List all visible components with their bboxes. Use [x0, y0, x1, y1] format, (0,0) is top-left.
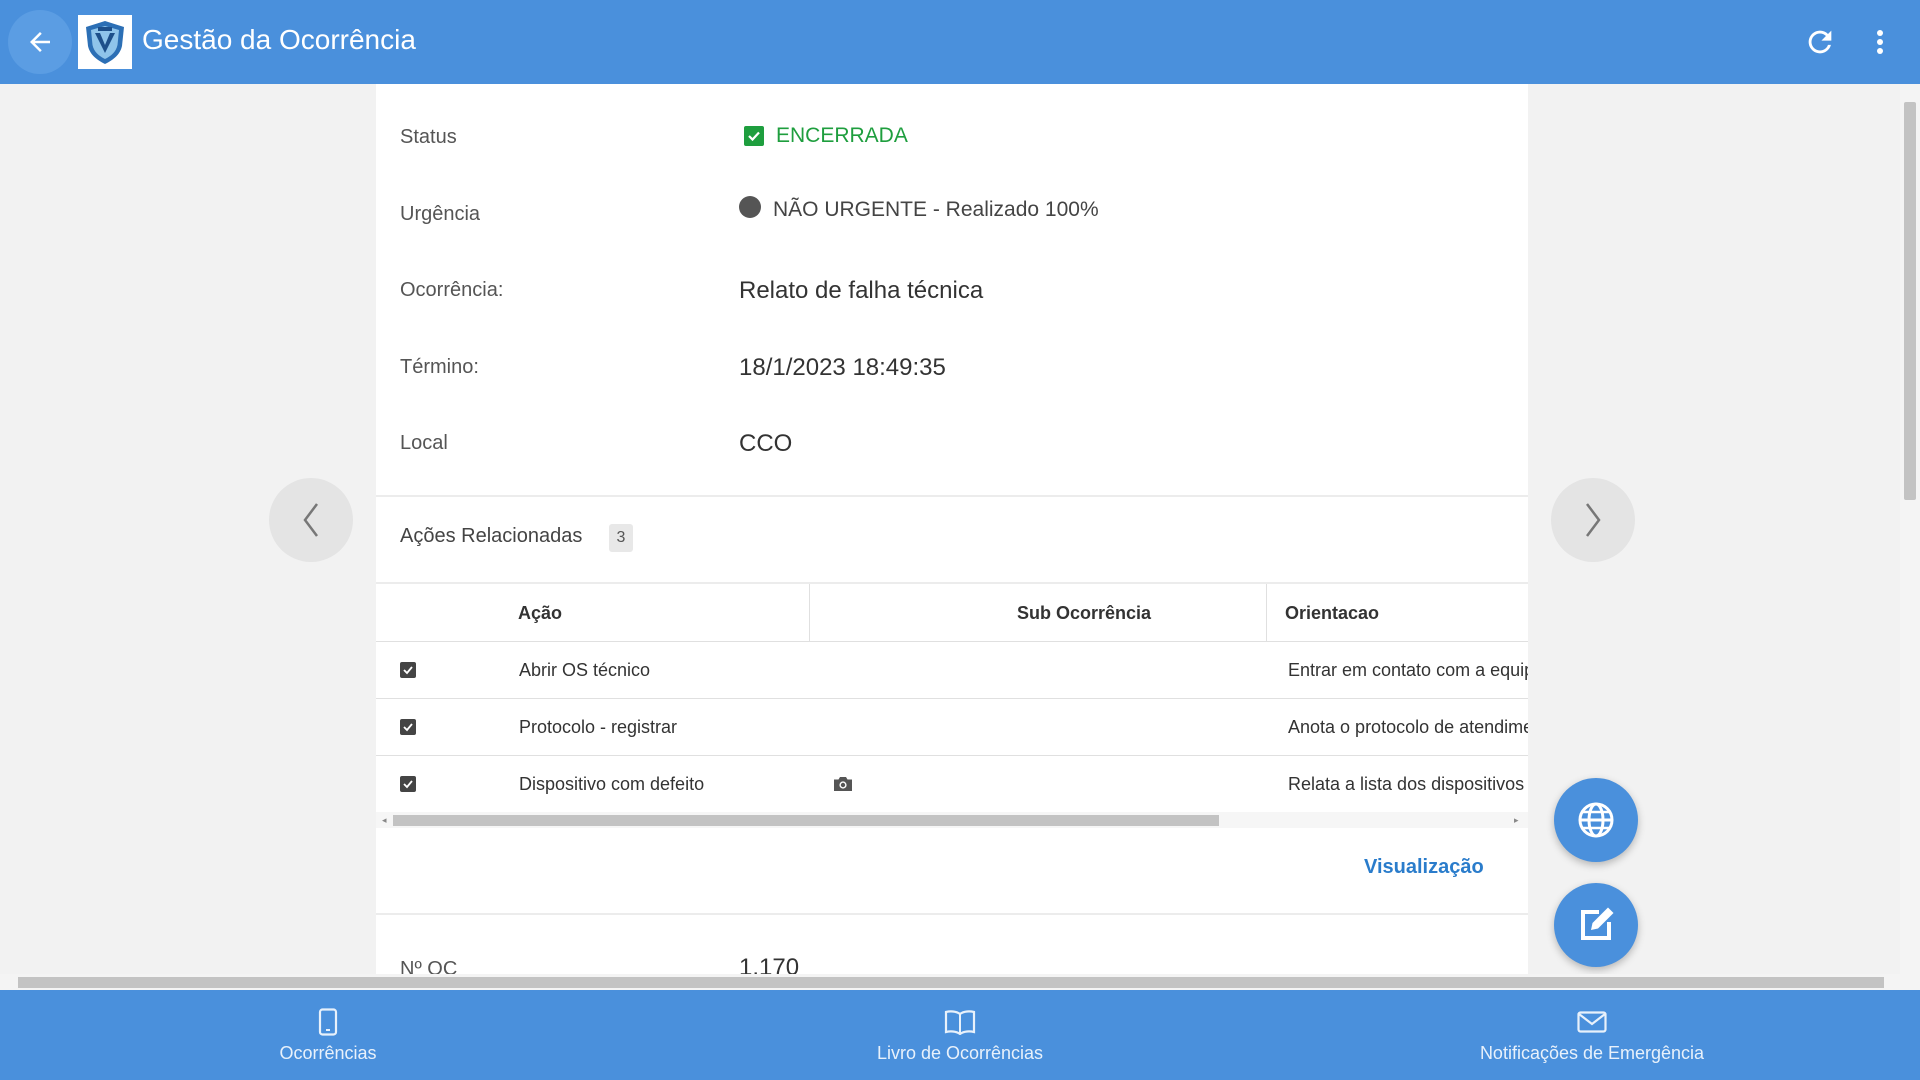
- globe-fab-button[interactable]: [1554, 778, 1638, 862]
- page-vertical-scrollbar[interactable]: [1900, 84, 1920, 974]
- table-row[interactable]: Protocolo - registrar Anota o protocolo …: [376, 699, 1528, 756]
- oc-number-label: Nº OC: [400, 958, 458, 974]
- check-icon: [403, 723, 413, 732]
- shield-logo-icon: [86, 21, 124, 64]
- end-time-label: Término:: [400, 356, 479, 378]
- check-icon: [403, 780, 413, 789]
- refresh-icon: [1808, 30, 1832, 54]
- column-separator: [1266, 584, 1267, 642]
- nav-label: Notificações de Emergência: [1479, 1042, 1705, 1063]
- section-divider: [376, 495, 1528, 497]
- app-logo: [78, 15, 132, 69]
- urgency-dot-icon: [739, 196, 761, 218]
- view-link[interactable]: Visualização: [1364, 856, 1484, 879]
- more-options-button[interactable]: [1862, 18, 1898, 66]
- oc-number-value: 1.170: [739, 954, 800, 974]
- urgency-text: NÃO URGENTE - Realizado 100%: [773, 198, 1099, 221]
- urgency-label: Urgência: [400, 203, 481, 225]
- scrollbar-thumb[interactable]: [1904, 102, 1916, 500]
- next-occurrence-button[interactable]: [1551, 478, 1635, 562]
- page-title: Gestão da Ocorrência: [142, 24, 416, 55]
- table-row[interactable]: Dispositivo com defeito Relata a lista d…: [376, 756, 1528, 813]
- occurrence-value: Relato de falha técnica: [739, 277, 984, 304]
- location-label: Local: [400, 432, 448, 454]
- edit-fab-button[interactable]: [1554, 883, 1638, 967]
- envelope-icon: [1577, 1007, 1607, 1037]
- actions-table-header: Ação Sub Ocorrência Orientacao: [376, 584, 1528, 642]
- nav-item-emergency-notifications[interactable]: Notificações de Emergência: [1272, 990, 1912, 1080]
- row-checkbox[interactable]: [400, 662, 416, 678]
- occurrence-details-card: Status ENCERRADA Urgência NÃO URGENTE - …: [376, 84, 1528, 974]
- nav-item-occurrences[interactable]: Ocorrências: [8, 990, 648, 1080]
- scrollbar-thumb[interactable]: [18, 977, 1884, 988]
- location-value: CCO: [739, 430, 793, 457]
- section-divider: [376, 913, 1528, 915]
- row-checkbox[interactable]: [400, 719, 416, 735]
- book-open-icon: [944, 1007, 976, 1037]
- row-orientation: Entrar em contato com a equipe: [1288, 659, 1528, 680]
- edit-icon: [1581, 907, 1614, 940]
- camera-icon[interactable]: [832, 774, 854, 794]
- table-row[interactable]: Abrir OS técnico Entrar em contato com a…: [376, 642, 1528, 699]
- page-horizontal-scrollbar[interactable]: [0, 974, 1920, 990]
- nav-label: Ocorrências: [279, 1042, 377, 1063]
- check-icon: [403, 666, 413, 675]
- smartphone-icon: [318, 1007, 338, 1037]
- bottom-navigation: Ocorrências Livro de Ocorrências Notific…: [0, 990, 1920, 1080]
- nav-label: Livro de Ocorrências: [876, 1042, 1044, 1063]
- scroll-left-arrow-icon[interactable]: ◂: [382, 815, 387, 826]
- column-header-orientation[interactable]: Orientacao: [1285, 584, 1379, 642]
- column-header-action[interactable]: Ação: [518, 584, 562, 642]
- table-horizontal-scrollbar[interactable]: ◂ ▸: [376, 812, 1528, 828]
- status-label: Status: [400, 126, 457, 148]
- row-action: Dispositivo com defeito: [519, 773, 705, 794]
- scrollbar-thumb[interactable]: [393, 815, 1219, 826]
- globe-icon: [1578, 802, 1614, 838]
- occurrence-label: Ocorrência:: [400, 279, 504, 301]
- related-actions-count-badge: 3: [609, 524, 633, 552]
- refresh-button[interactable]: [1796, 18, 1844, 66]
- row-checkbox[interactable]: [400, 776, 416, 792]
- column-separator: [809, 584, 810, 642]
- status-text: ENCERRADA: [776, 124, 908, 147]
- urgency-value: NÃO URGENTE - Realizado 100%: [739, 196, 1099, 222]
- chevron-left-icon: [303, 503, 318, 537]
- row-orientation: Relata a lista dos dispositivos: [1288, 773, 1525, 794]
- related-actions-title: Ações Relacionadas: [400, 525, 583, 547]
- row-action: Abrir OS técnico: [519, 659, 651, 680]
- end-time-value: 18/1/2023 18:49:35: [739, 354, 946, 381]
- chevron-right-icon: [1586, 503, 1601, 537]
- nav-item-occurrence-book[interactable]: Livro de Ocorrências: [640, 990, 1280, 1080]
- column-header-sub-occurrence[interactable]: Sub Ocorrência: [1017, 584, 1151, 642]
- back-button[interactable]: [8, 10, 72, 74]
- row-action: Protocolo - registrar: [519, 716, 678, 737]
- more-vertical-icon: [1877, 30, 1883, 54]
- row-orientation: Anota o protocolo de atendimento: [1288, 716, 1528, 737]
- arrow-left-icon: [30, 32, 50, 52]
- scroll-right-arrow-icon[interactable]: ▸: [1514, 815, 1519, 826]
- checkbox-checked-icon: [744, 126, 764, 146]
- status-value: ENCERRADA: [744, 124, 908, 148]
- previous-occurrence-button[interactable]: [269, 478, 353, 562]
- app-bar: Gestão da Ocorrência: [0, 0, 1920, 84]
